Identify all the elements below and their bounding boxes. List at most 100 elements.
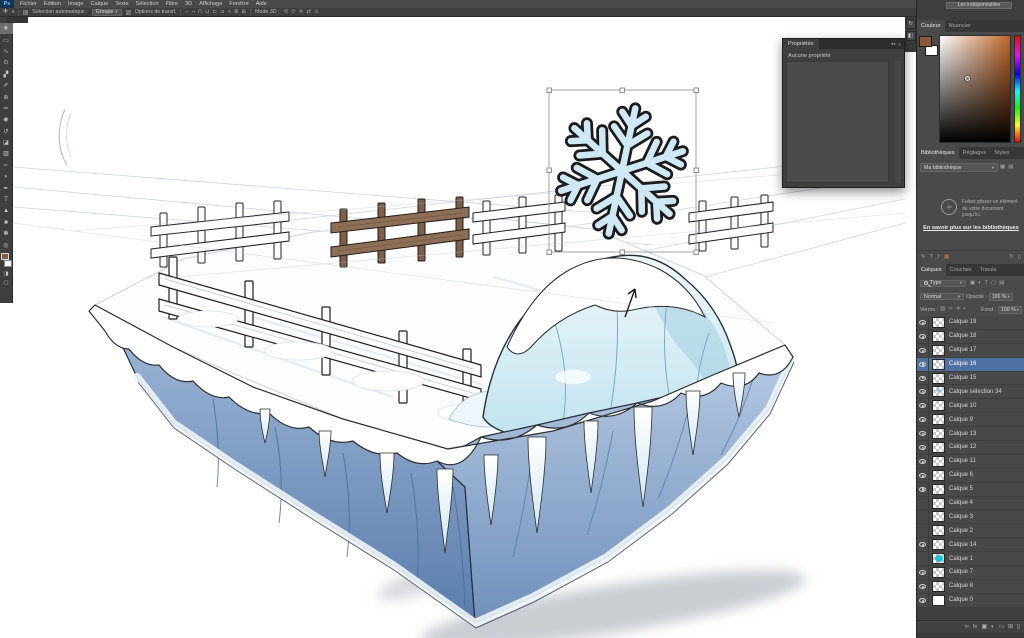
library-select[interactable]: Ma bibliothèque ▾ — [920, 163, 998, 172]
align-vertical-centers-icon[interactable]: ¬ — [192, 8, 195, 17]
lock-all-icon[interactable]: ▪ — [964, 305, 966, 314]
layer-thumbnail[interactable] — [932, 498, 945, 509]
current-tool-icon[interactable]: ✛ — [3, 8, 8, 17]
layer-row[interactable]: Calque 10 — [917, 399, 1024, 413]
menu-fichier[interactable]: Fichier — [20, 0, 37, 8]
tab-couleur[interactable]: Couleur — [917, 20, 945, 32]
eyedropper-tool[interactable]: ✐ — [0, 80, 13, 91]
layer-row[interactable]: Calque 16 — [917, 358, 1024, 372]
layer-style-icon[interactable]: fx — [973, 623, 978, 632]
foreground-color-swatch[interactable] — [919, 36, 932, 47]
canvas-area[interactable] — [0, 303, 13, 638]
color-picker-cursor[interactable] — [965, 76, 970, 81]
layer-thumbnail[interactable] — [932, 359, 945, 370]
3d-roll-icon[interactable]: ⟳ — [291, 8, 296, 17]
healing-brush-tool[interactable]: ⊕ — [0, 91, 13, 102]
shape-tool[interactable]: ■ — [0, 217, 13, 228]
layer-thumbnail[interactable] — [932, 345, 945, 356]
visibility-eye-icon[interactable] — [917, 344, 929, 357]
layer-thumbnail[interactable] — [932, 400, 945, 411]
path-selection-tool[interactable]: ▲ — [0, 205, 13, 216]
layer-row[interactable]: Calque 3 — [917, 510, 1024, 524]
layer-row[interactable]: Calque 7 — [917, 566, 1024, 580]
layer-thumbnail[interactable] — [932, 442, 945, 453]
canvas[interactable] — [13, 17, 905, 638]
visibility-eye-icon[interactable] — [917, 316, 929, 329]
adjustment-layer-icon[interactable]: ◐ — [991, 623, 995, 632]
layer-row[interactable]: Calque 5 — [917, 483, 1024, 497]
opacity-input[interactable]: 100 % ▾ — [989, 293, 1013, 301]
visibility-eye-icon[interactable] — [917, 358, 929, 371]
layer-row[interactable]: Calque 19 — [917, 316, 1024, 330]
sync-icon[interactable]: ↻ — [1009, 253, 1014, 262]
panel-menu-icon[interactable]: ≡ — [898, 42, 901, 47]
auto-select-target-select[interactable]: Groupe ▾ — [92, 9, 122, 16]
collapse-panel-icon[interactable]: ◂◂ — [891, 41, 896, 47]
move-tool[interactable]: ✛ — [0, 23, 13, 34]
visibility-eye-icon[interactable] — [917, 385, 929, 398]
align-bottom-edges-icon[interactable]: ⊓ — [198, 8, 202, 17]
visibility-eye-icon[interactable] — [917, 594, 929, 607]
layer-row[interactable]: Calque 2 — [917, 524, 1024, 538]
align-right-edges-icon[interactable]: ⊐ — [220, 8, 225, 17]
lasso-tool[interactable]: ∿ — [0, 46, 13, 57]
snowflake[interactable] — [546, 95, 698, 247]
document-tab[interactable] — [6, 17, 28, 23]
layer-thumbnail[interactable] — [932, 470, 945, 481]
layer-filter-select[interactable]: Type ▾ — [920, 280, 966, 287]
layer-thumbnail[interactable] — [932, 553, 945, 564]
layer-row[interactable]: ❄Calque sélection 34 — [917, 385, 1024, 399]
transform-options-checkbox[interactable]: ✓ — [126, 10, 131, 15]
layer-thumbnail[interactable] — [932, 373, 945, 384]
blur-tool[interactable]: ≈ — [0, 160, 13, 171]
swatches-panel-icon[interactable]: ◧ — [906, 31, 916, 41]
eraser-tool[interactable]: ◪ — [0, 137, 13, 148]
add-layer-style-icon[interactable]: ƒ — [937, 253, 940, 262]
visibility-eye-icon[interactable] — [917, 580, 929, 593]
tab-proprietes[interactable]: Propriétés — [783, 39, 819, 49]
link-layers-icon[interactable]: ∞ — [965, 623, 969, 632]
layer-row[interactable]: Calque 13 — [917, 427, 1024, 441]
tool-preset-chevron-icon[interactable]: ▾ — [12, 9, 14, 15]
lock-position-icon[interactable]: ✛ — [956, 305, 961, 314]
layer-group-icon[interactable]: ▭ — [998, 623, 1003, 632]
history-panel-icon[interactable]: ↻ — [906, 19, 916, 29]
history-brush-tool[interactable]: ↺ — [0, 126, 13, 137]
layer-row[interactable]: Calque 1 — [917, 552, 1024, 566]
screen-mode-button[interactable]: ▢ — [0, 279, 13, 288]
zoom-tool[interactable]: ◎ — [0, 239, 13, 250]
layer-row[interactable]: Calque 18 — [917, 330, 1024, 344]
layer-row[interactable]: Calque 12 — [917, 441, 1024, 455]
type-tool[interactable]: T — [0, 194, 13, 205]
layer-row[interactable]: Calque 9 — [917, 413, 1024, 427]
saturation-brightness-field[interactable] — [939, 35, 1011, 143]
clone-stamp-tool[interactable]: ◉ — [0, 114, 13, 125]
tab-couches[interactable]: Couches — [946, 264, 976, 276]
background-color-swatch[interactable] — [4, 260, 12, 267]
visibility-toggle-empty[interactable] — [917, 497, 929, 510]
distribute-bottom-icon[interactable]: ⊞ — [241, 8, 246, 17]
visibility-eye-icon[interactable] — [917, 372, 929, 385]
rectangular-marquee-tool[interactable]: ▭ — [0, 34, 13, 45]
grid-view-icon[interactable]: ▦ — [1000, 163, 1005, 172]
layer-thumbnail[interactable] — [932, 414, 945, 425]
auto-select-checkbox[interactable]: ✓ — [23, 10, 28, 15]
layer-thumbnail[interactable] — [932, 331, 945, 342]
tab-calques[interactable]: Calques — [917, 264, 946, 276]
delete-icon[interactable]: ▯ — [1018, 253, 1021, 262]
new-layer-icon[interactable]: ⊞ — [1008, 623, 1013, 632]
distribute-vertical-icon[interactable]: ≣ — [234, 8, 239, 17]
library-learn-more-link[interactable]: En savoir plus sur les bibliothèques — [917, 225, 1024, 231]
lock-pixels-icon[interactable]: ✑ — [948, 305, 953, 314]
properties-scrollbar[interactable] — [895, 61, 901, 183]
visibility-eye-icon[interactable] — [917, 441, 929, 454]
foreground-color-swatch[interactable] — [1, 253, 9, 260]
layer-thumbnail[interactable] — [932, 539, 945, 550]
layer-row[interactable]: Calque 4 — [917, 497, 1024, 511]
layer-thumbnail[interactable] — [932, 428, 945, 439]
workspace-switcher-button[interactable]: Les indispensables — [946, 2, 1012, 9]
layer-row[interactable]: Calque 14 — [917, 538, 1024, 552]
hue-slider[interactable] — [1014, 35, 1021, 143]
add-graphic-icon[interactable]: ✎ — [921, 253, 926, 262]
align-horizontal-centers-icon[interactable]: ⊏ — [212, 8, 217, 17]
